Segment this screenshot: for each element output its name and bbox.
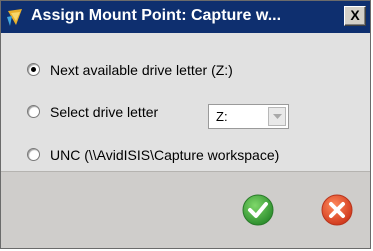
window-title: Assign Mount Point: Capture w... — [31, 7, 282, 24]
ok-button[interactable] — [242, 194, 274, 226]
assign-mount-point-dialog: Assign Mount Point: Capture w... X Next … — [0, 0, 371, 249]
radio-select-drive-letter[interactable] — [27, 105, 40, 118]
option-label[interactable]: Next available drive letter (Z:) — [50, 62, 233, 78]
app-icon — [6, 7, 24, 27]
x-icon — [321, 194, 353, 226]
cancel-button[interactable] — [321, 194, 353, 226]
radio-selected-dot — [31, 67, 36, 72]
dropdown-arrow-button[interactable] — [268, 107, 286, 126]
options-panel: Next available drive letter (Z:) Select … — [1, 33, 370, 171]
close-icon: X — [350, 7, 360, 23]
option-label[interactable]: Select drive letter — [50, 104, 158, 120]
button-bar — [1, 171, 370, 248]
drive-letter-select[interactable]: Z: — [208, 104, 289, 129]
radio-unc[interactable] — [27, 148, 40, 161]
checkmark-icon — [242, 194, 274, 226]
title-bar[interactable]: Assign Mount Point: Capture w... X — [1, 1, 370, 33]
radio-next-available[interactable] — [27, 63, 40, 76]
option-label[interactable]: UNC (\\AvidISIS\Capture workspace) — [50, 147, 279, 163]
drive-letter-value: Z: — [216, 109, 228, 124]
chevron-down-icon — [273, 114, 282, 119]
close-button[interactable]: X — [344, 6, 366, 26]
